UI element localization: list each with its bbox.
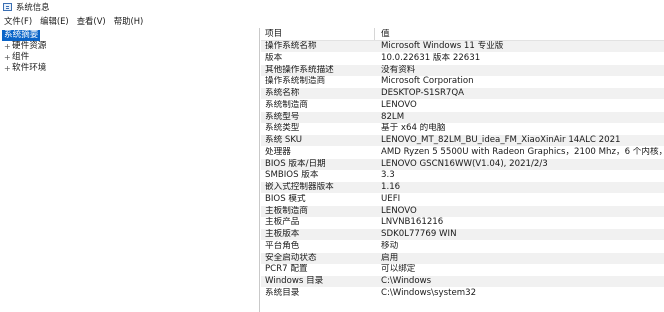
expand-icon[interactable]: +: [4, 52, 11, 63]
menu-edit[interactable]: 编辑(E): [36, 15, 73, 27]
table-row[interactable]: 操作系统制造商 Microsoft Corporation: [261, 76, 664, 87]
item-value: SDK0L77769 WIN: [381, 229, 457, 239]
table-header: 项目 值: [261, 29, 664, 40]
menu-help[interactable]: 帮助(H): [110, 15, 148, 27]
item-value: 82LM: [381, 111, 405, 122]
table-row[interactable]: 版本 10.0.22631 版本 22631: [261, 53, 664, 64]
system-info-icon: [3, 3, 12, 11]
item-name: 其他操作系统描述: [265, 64, 334, 75]
item-value: LNVNB161216: [381, 217, 444, 228]
table-row[interactable]: Windows 目录 C:\Windows: [261, 276, 664, 287]
item-name: SMBIOS 版本: [265, 170, 319, 181]
item-name: 主板制造商: [265, 205, 308, 216]
item-value: 1.16: [381, 182, 401, 192]
table-row[interactable]: 系统制造商 LENOVO: [261, 100, 664, 111]
menu-bar: 文件(F) 编辑(E) 查看(V) 帮助(H): [0, 14, 664, 27]
expand-icon[interactable]: +: [4, 41, 11, 52]
tree-item-software-environment[interactable]: + 软件环境: [4, 63, 46, 74]
item-name: 系统制造商: [265, 99, 308, 110]
tree-item-hardware-resources[interactable]: + 硬件资源: [4, 41, 46, 52]
item-value: 启用: [381, 252, 399, 263]
tree-item-system-summary[interactable]: 系统摘要: [2, 30, 41, 41]
table-row[interactable]: 其他操作系统描述 没有资料: [261, 64, 664, 76]
item-name: 系统目录: [265, 287, 300, 298]
item-value: 可以绑定: [381, 264, 416, 275]
item-name: BIOS 模式: [265, 193, 306, 204]
column-header-value[interactable]: 值: [376, 29, 664, 40]
tree-item-label: 软件环境: [12, 63, 47, 73]
table-row[interactable]: 主板版本 SDK0L77769 WIN: [261, 229, 664, 240]
table-row[interactable]: BIOS 模式 UEFI: [261, 194, 664, 205]
column-divider[interactable]: [374, 28, 375, 40]
item-value: LENOVO: [381, 99, 417, 110]
item-value: C:\Windows: [381, 276, 432, 286]
item-name: 系统名称: [265, 88, 300, 98]
table-row[interactable]: 操作系统名称 Microsoft Windows 11 专业版: [261, 41, 664, 52]
item-name: 版本: [265, 52, 283, 63]
item-name: 系统 SKU: [265, 135, 303, 145]
header-divider: [261, 40, 664, 41]
item-value: 移动: [381, 240, 399, 251]
item-name: 主板产品: [265, 217, 300, 228]
details-table: 项目 值 操作系统名称 Microsoft Windows 11 专业版版本 10.…: [261, 28, 664, 312]
table-row[interactable]: 系统 SKU LENOVO_MT_82LM_BU_idea_FM_XiaoXinA…: [261, 135, 664, 146]
column-header-item[interactable]: 项目: [261, 29, 376, 40]
item-value: Microsoft Corporation: [381, 76, 474, 87]
item-name: 操作系统名称: [265, 41, 317, 51]
table-row[interactable]: 安全启动状态 启用: [261, 252, 664, 264]
table-row[interactable]: 系统名称 DESKTOP-S1SR7QA: [261, 88, 664, 99]
tree-item-components[interactable]: + 组件: [4, 52, 29, 63]
item-name: 嵌入式控制器版本: [265, 182, 334, 192]
item-value: LENOVO: [381, 205, 417, 216]
item-name: 操作系统制造商: [265, 76, 326, 87]
expand-icon[interactable]: +: [4, 63, 11, 74]
item-name: 安全启动状态: [265, 252, 317, 263]
table-row[interactable]: 主板产品 LNVNB161216: [261, 217, 664, 228]
item-name: 处理器: [265, 146, 291, 157]
item-name: BIOS 版本/日期: [265, 158, 326, 169]
table-row[interactable]: 平台角色 移动: [261, 241, 664, 252]
item-value: LENOVO GSCN16WW(V1.04), 2021/2/3: [381, 158, 548, 169]
tree-item-label: 组件: [12, 52, 30, 62]
table-row[interactable]: 嵌入式控制器版本 1.16: [261, 182, 664, 193]
item-value: 基于 x64 的电脑: [381, 123, 446, 134]
item-value: 10.0.22631 版本 22631: [381, 52, 481, 63]
table-row[interactable]: SMBIOS 版本 3.3: [261, 170, 664, 181]
item-name: 主板版本: [265, 229, 300, 239]
item-name: 系统型号: [265, 111, 300, 122]
item-value: 3.3: [381, 170, 395, 181]
category-tree: 系统摘要 + 硬件资源 + 组件 + 软件环境: [0, 28, 260, 312]
item-value: C:\Windows\system32: [381, 287, 477, 298]
title-bar: 系统信息: [0, 0, 664, 14]
table-row[interactable]: 处理器 AMD Ryzen 5 5500U with Radeon Graphic…: [261, 147, 664, 158]
table-row[interactable]: BIOS 版本/日期 LENOVO GSCN16WW(V1.04), 2021/2…: [261, 158, 664, 170]
menu-view[interactable]: 查看(V): [73, 15, 110, 27]
item-value: DESKTOP-S1SR7QA: [381, 88, 465, 98]
table-row[interactable]: 主板制造商 LENOVO: [261, 205, 664, 217]
item-value: UEFI: [381, 193, 401, 204]
item-value: LENOVO_MT_82LM_BU_idea_FM_XiaoXinAir 14A…: [381, 135, 621, 145]
item-name: Windows 目录: [265, 276, 324, 286]
item-value: 没有资料: [381, 64, 416, 75]
item-value: Microsoft Windows 11 专业版: [381, 41, 504, 51]
table-row[interactable]: 系统目录 C:\Windows\system32: [261, 288, 664, 299]
item-name: 系统类型: [265, 123, 300, 134]
table-row[interactable]: 系统类型 基于 x64 的电脑: [261, 123, 664, 134]
item-name: PCR7 配置: [265, 264, 308, 275]
item-value: AMD Ryzen 5 5500U with Radeon Graphics，2…: [381, 146, 664, 157]
menu-file[interactable]: 文件(F): [0, 15, 36, 27]
item-name: 平台角色: [265, 240, 300, 251]
window-title: 系统信息: [16, 2, 50, 12]
table-row[interactable]: PCR7 配置 可以绑定: [261, 264, 664, 275]
tree-item-label: 硬件资源: [12, 41, 47, 51]
table-row[interactable]: 系统型号 82LM: [261, 111, 664, 123]
